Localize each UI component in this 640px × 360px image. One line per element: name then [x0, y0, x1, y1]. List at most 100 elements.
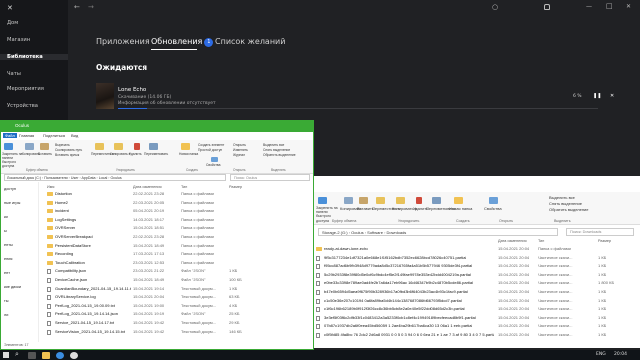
paste-icon[interactable] — [40, 143, 49, 150]
pin-icon[interactable] — [318, 197, 327, 204]
move-to-icon[interactable] — [95, 143, 104, 150]
new-item-button[interactable]: Создать элемент — [198, 143, 224, 147]
file-row[interactable]: f95cc887ad6b9fb3948d9779ada8d5c37216765f… — [316, 263, 638, 272]
select-none-button[interactable]: Снять выделение — [263, 148, 290, 152]
rename-icon[interactable] — [149, 143, 158, 150]
column-header-type[interactable]: Тип — [538, 239, 544, 243]
nav-tree-item[interactable]: ные игры — [4, 201, 20, 205]
invert-selection-button[interactable]: Обратить выделение — [549, 207, 589, 212]
cancel-download-button[interactable]: ✕ — [610, 93, 614, 99]
copy-icon[interactable] — [344, 197, 353, 204]
file-row[interactable]: incident 05.04.2021 20:19 Папка с файлами — [47, 208, 307, 217]
search-icon[interactable]: ○ — [492, 3, 498, 11]
back-icon[interactable]: ← — [74, 3, 80, 11]
edit-button[interactable]: Изменить — [233, 148, 248, 152]
nav-tree-item[interactable]: ли — [4, 313, 8, 317]
properties-icon[interactable] — [489, 197, 498, 204]
breadcrumb-item[interactable]: Oculus — [110, 176, 121, 180]
file-row[interactable]: 07b87c1937db2a6f0eea45bd56059 1 2ae4ba29… — [316, 323, 638, 332]
nav-tree-item[interactable]: ент — [4, 271, 10, 275]
file-row[interactable]: Distortion 22.02.2021 23:28 Папка с файлам… — [47, 191, 307, 200]
rename-icon[interactable] — [432, 197, 441, 204]
file-row[interactable]: Home2 22.03.2021 20:05 Папка с файлами — [47, 200, 307, 209]
tab-updates[interactable]: Обновления 1 — [151, 37, 214, 47]
column-header-date[interactable]: Дата изменения — [498, 239, 527, 243]
file-row[interactable]: c0f5fd85 4fa8bc 76 2dc2 2d6a8 0931 0 0 5… — [316, 332, 638, 341]
move-to-icon[interactable] — [376, 197, 385, 204]
sidebar-item[interactable]: Библиотека — [0, 54, 68, 60]
menu-view[interactable]: Вид — [71, 133, 78, 138]
paste-icon[interactable] — [359, 197, 368, 204]
copy-to-icon[interactable] — [114, 143, 123, 150]
browser-taskbar-icon[interactable] — [56, 351, 64, 359]
delete-icon[interactable] — [134, 143, 140, 150]
close-icon[interactable]: ✕ — [7, 4, 13, 12]
clock[interactable]: 20:04 — [614, 352, 627, 357]
column-header-size[interactable]: Размер — [229, 185, 242, 189]
breadcrumb-item[interactable]: Локальный диск (C:) — [7, 176, 41, 180]
address-bar[interactable]: Локальный диск (C:) › Пользователи › Use… — [4, 174, 226, 181]
file-row[interactable]: OVRServerBreakpad 22.02.2021 23:28 Папка с… — [47, 234, 307, 243]
menu-file[interactable]: Файл — [3, 133, 17, 138]
breadcrumb-item[interactable]: Storage-2 (G:) — [322, 230, 348, 235]
file-row[interactable]: OVRLibraryService.log 15.04.2021 20:04 Тек… — [47, 294, 307, 303]
file-row[interactable]: c1f6c196b62189b0f912f3f26cc8c36bb5cb8e2a… — [316, 306, 638, 315]
nav-tree-item[interactable]: ения — [4, 257, 12, 261]
file-row[interactable]: PerfLog_2021-04-15_19.00.09.txt 15.04.202… — [47, 303, 307, 312]
file-row[interactable]: e0be33c3398e789ae0ad4fe2b7a6da17eb96ac 1… — [316, 280, 638, 289]
file-row[interactable]: Service_2021-04-15_19.14.17.txt 15.04.202… — [47, 320, 307, 329]
notification-icon[interactable] — [544, 4, 550, 10]
sidebar-item[interactable]: Магазин — [7, 37, 30, 43]
invert-selection-button[interactable]: Обратить выделение — [263, 153, 296, 157]
copy-icon[interactable] — [25, 143, 34, 150]
task-view-icon[interactable] — [28, 351, 36, 359]
breadcrumb-item[interactable]: Пользователи — [44, 176, 67, 180]
file-row[interactable]: PersistentDataStore 15.04.2021 18:49 Папка… — [47, 243, 307, 252]
language-indicator[interactable]: ENG — [596, 352, 606, 357]
select-all-button[interactable]: Выделить все — [549, 195, 575, 200]
oculus-taskbar-icon[interactable] — [70, 351, 78, 359]
column-header-date[interactable]: Дата изменения — [133, 185, 162, 189]
file-row[interactable]: LogSettings 14.03.2021 18:17 Папка с файла… — [47, 217, 307, 226]
sidebar-item[interactable]: Устройства — [7, 103, 38, 109]
column-header-name[interactable]: Имя — [47, 185, 54, 189]
sidebar-item[interactable]: Мероприятия — [7, 86, 44, 92]
nav-tree-item[interactable]: доступ — [4, 187, 16, 191]
file-row[interactable]: TouchCalibration 23.03.2021 12:53 Папка с … — [47, 260, 307, 269]
file-row[interactable]: ServiceVision_2021-04-15_19.14.15.txt 15.… — [47, 329, 307, 338]
file-row[interactable]: b47e0b6594d5aea9f675f90b328936b17a0fbd3b… — [316, 289, 638, 298]
explorer-taskbar-icon[interactable] — [42, 351, 50, 359]
forward-icon[interactable]: → — [88, 3, 94, 11]
sidebar-item[interactable]: Чаты — [7, 71, 21, 77]
search-icon[interactable]: ⌕ — [15, 350, 19, 359]
file-row[interactable]: ready-at-dawn-lone-echo 15.04.2021 20:04 П… — [316, 246, 638, 255]
select-all-button[interactable]: Выделить все — [263, 143, 284, 147]
file-row[interactable]: DeviceCache.json 15.04.2021 18:49 Файл "JS… — [47, 277, 307, 286]
file-row[interactable]: 5c29b2933f8e39f80d5e0cf6c9bdc4ef5e2f149f… — [316, 272, 638, 281]
tab-apps[interactable]: Приложения — [96, 37, 150, 46]
new-folder-icon[interactable] — [454, 197, 463, 204]
search-input[interactable]: Поиск: Oculus — [230, 174, 310, 181]
breadcrumb-item[interactable]: Downloads — [387, 230, 407, 235]
menu-share[interactable]: Поделиться — [43, 133, 65, 138]
file-row[interactable]: 9f5c3177234e1df7321a0e668e1f1f5162bdb735… — [316, 255, 638, 264]
file-row[interactable]: 3e3ef5f03f6c2dfb33f1c0483412a3a5233f0cb1… — [316, 315, 638, 324]
copy-to-icon[interactable] — [396, 197, 405, 204]
new-folder-icon[interactable] — [181, 143, 190, 150]
column-header-size[interactable]: Размер — [598, 239, 611, 243]
nav-tree-item[interactable]: ты — [4, 299, 8, 303]
search-input[interactable]: Поиск: Downloads — [566, 228, 634, 236]
file-row[interactable]: GuardianBoundary_2021-04-15_19.14.11.txt… — [47, 286, 307, 295]
pause-button[interactable]: ❚❚ — [593, 93, 601, 99]
file-row[interactable]: OVRServer 15.04.2021 18:51 Папка с файлами — [47, 225, 307, 234]
sidebar-item[interactable]: Дом — [7, 20, 18, 26]
cut-button[interactable]: Вырезать — [55, 143, 70, 147]
file-row[interactable]: c1c50e36e207c10194 0a6fa89ba5d4b144c1387… — [316, 298, 638, 307]
open-button[interactable]: Открыть — [233, 143, 246, 147]
easy-access-button[interactable]: Простой доступ — [198, 148, 222, 152]
close-button[interactable]: ✕ — [626, 3, 631, 10]
nav-tree-item[interactable]: ки — [4, 215, 8, 219]
breadcrumb-item[interactable]: AppData — [81, 176, 95, 180]
file-row[interactable]: Recording 17.03.2021 17:13 Папка с файлами — [47, 251, 307, 260]
app-thumbnail[interactable] — [96, 83, 114, 109]
